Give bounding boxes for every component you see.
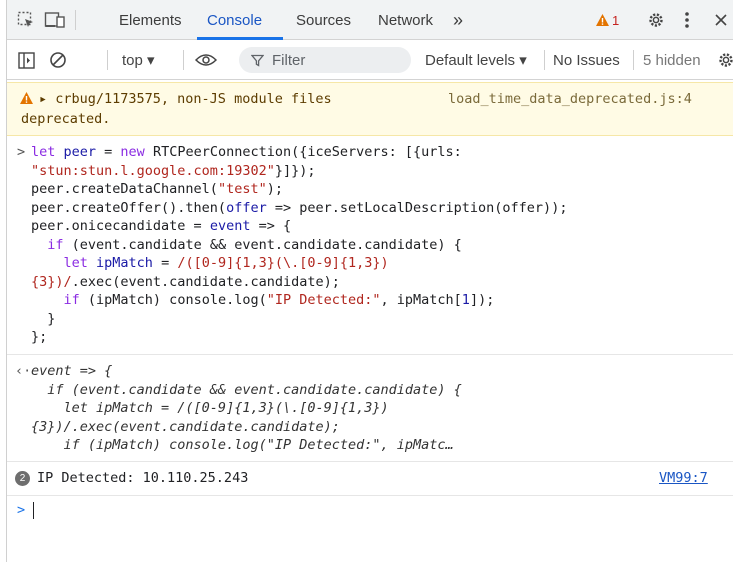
toolbar-divider: [544, 50, 545, 70]
warning-triangle-icon: [20, 92, 33, 104]
issues-label: No Issues: [553, 51, 620, 69]
code-line-11: };: [31, 329, 48, 345]
filter-placeholder: Filter: [272, 51, 306, 69]
toolbar-divider: [107, 50, 108, 70]
more-options-icon[interactable]: [679, 9, 695, 31]
hidden-label: 5 hidden: [643, 51, 701, 69]
result-line-2: if (event.candidate && event.candidate.c…: [31, 381, 462, 398]
warning-icon: [596, 14, 609, 26]
filter-input[interactable]: Filter: [239, 47, 411, 73]
log-message-text: IP Detected: 10.110.25.243: [37, 470, 249, 486]
prompt-cursor: [33, 502, 34, 519]
hidden-messages-count: 5 hidden: [643, 40, 701, 80]
toolbar-divider: [183, 50, 184, 70]
tab-sources-label: Sources: [296, 11, 352, 29]
console-log-message[interactable]: 2 IP Detected: 10.110.25.243 VM99:7: [7, 462, 733, 496]
code-line-7: let ipMatch = /([0-9]{1,3}(\.[0-9]{1,3}): [63, 255, 389, 271]
inspect-element-icon[interactable]: [15, 9, 37, 31]
tab-sources[interactable]: Sources: [296, 0, 351, 40]
tab-elements-label: Elements: [119, 11, 182, 29]
result-line-3: let ipMatch = /([0-9]{1,3}(\.[0-9]{1,3}): [31, 400, 389, 416]
code-line-2: "stun:stun.l.google.com:19302"}]});: [31, 162, 316, 179]
console-input-command: > let peer = new RTCPeerConnection({iceS…: [7, 137, 733, 355]
warnings-counter[interactable]: 1: [595, 0, 619, 40]
warning-text-line1: ▸ crbug/1173575, non-JS module files: [39, 91, 332, 107]
code-line-1: let peer = new RTCPeerConnection({iceSer…: [31, 144, 462, 160]
more-tabs-label: »: [453, 9, 464, 30]
warning-text-line2: deprecated.: [21, 111, 111, 127]
tab-elements[interactable]: Elements: [119, 0, 182, 40]
prompt-chevron-icon: >: [17, 502, 26, 518]
console-prompt[interactable]: >: [7, 496, 733, 526]
input-chevron-icon: >: [17, 144, 26, 160]
code-line-4: peer.createOffer().then(offer => peer.se…: [31, 199, 568, 216]
live-expression-eye-icon[interactable]: [193, 50, 219, 70]
console-warning-message[interactable]: ▸ crbug/1173575, non-JS module files dep…: [7, 82, 733, 136]
devtools-tabbar: Elements Console Sources Network » 1: [7, 0, 733, 40]
context-label: top ▾: [122, 52, 155, 69]
code-line-10: }: [31, 310, 56, 327]
tab-network-label: Network: [378, 11, 434, 29]
console-settings-gear-icon[interactable]: [715, 50, 733, 70]
clear-console-icon[interactable]: [47, 50, 69, 70]
toolbar-divider: [633, 50, 634, 70]
result-line-4: {3})/.exec(event.candidate.candidate);: [31, 418, 340, 435]
code-line-3: peer.createDataChannel("test");: [31, 181, 283, 197]
code-line-8: {3})/.exec(event.candidate.candidate);: [31, 273, 340, 290]
tab-console[interactable]: Console: [207, 0, 262, 40]
code-line-9: if (ipMatch) console.log("IP Detected:",…: [63, 292, 495, 308]
console-return-value[interactable]: ‹· event => { if (event.candidate && eve…: [7, 356, 733, 462]
log-levels-label: Default levels ▾: [425, 52, 527, 69]
repeat-count-badge: 2: [15, 471, 30, 486]
code-line-6: if (event.candidate && event.candidate.c…: [47, 236, 462, 253]
warnings-count: 1: [612, 12, 620, 28]
more-tabs-button[interactable]: »: [453, 0, 463, 40]
tabbar-divider: [75, 10, 76, 30]
filter-funnel-icon: [251, 54, 264, 67]
sidebar-toggle-icon[interactable]: [15, 50, 37, 70]
settings-gear-icon[interactable]: [645, 9, 667, 31]
tab-network[interactable]: Network: [378, 0, 433, 40]
result-line-1: event => {: [31, 363, 113, 379]
log-levels-dropdown[interactable]: Default levels ▾: [425, 40, 527, 80]
close-icon[interactable]: [711, 9, 731, 31]
code-line-5: peer.onicecandidate = event => {: [31, 218, 292, 234]
result-chevron-icon: ‹·: [15, 363, 32, 379]
tab-console-label: Console: [207, 11, 263, 29]
warning-source-link[interactable]: load_time_data_deprecated.js:4: [448, 90, 692, 109]
issues-button[interactable]: No Issues: [553, 40, 620, 80]
log-source-link[interactable]: VM99:7: [659, 469, 708, 488]
device-toolbar-icon[interactable]: [43, 9, 67, 31]
context-selector[interactable]: top ▾: [122, 40, 155, 80]
result-line-5: if (ipMatch) console.log("IP Detected:",…: [31, 437, 454, 453]
console-toolbar: top ▾ Filter Default levels ▾ No Issues …: [7, 40, 733, 80]
devtools-window: Elements Console Sources Network » 1 top…: [6, 0, 733, 562]
